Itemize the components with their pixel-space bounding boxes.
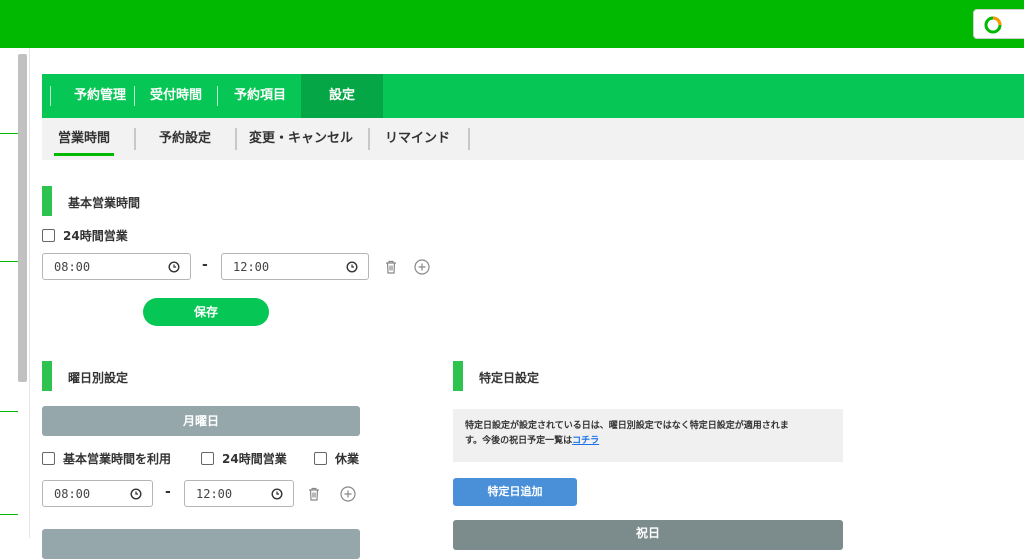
subtab-separator [468, 128, 470, 150]
checkbox-24h-basic[interactable] [42, 229, 55, 242]
notice-line-2-text: す。今後の祝日予定一覧は [465, 436, 573, 446]
subtab-change-cancel[interactable]: 変更・キャンセル [249, 118, 353, 160]
monday-start-time-value: 08:00 [54, 487, 91, 501]
basic-end-time-input[interactable]: 12:00 [221, 253, 369, 280]
checkbox-closed-monday[interactable] [314, 452, 327, 465]
time-range-dash: - [202, 257, 208, 273]
tab-separator [134, 86, 135, 106]
subtab-business-hours[interactable]: 営業時間 [53, 118, 115, 160]
tab-reservation-items[interactable]: 予約項目 [222, 74, 298, 118]
weekday-settings-title: 曜日別設定 [68, 371, 129, 385]
time-range-dash: - [165, 484, 171, 500]
tab-settings[interactable]: 設定 [301, 74, 383, 118]
holiday-list-link[interactable]: コチラ [572, 436, 599, 446]
section-accent-bar [42, 361, 52, 391]
holiday-header: 祝日 [453, 520, 843, 550]
subtab-separator [368, 128, 370, 150]
sidebar-divider [0, 133, 18, 134]
trash-icon[interactable] [382, 258, 400, 276]
subtab-separator [235, 128, 237, 150]
subtab-remind[interactable]: リマインド [385, 118, 450, 160]
basic-start-time-value: 08:00 [54, 260, 91, 274]
add-circle-icon[interactable] [413, 258, 431, 276]
main-tab-bar: 予約管理 受付時間 予約項目 設定 [42, 74, 1024, 118]
scrollbar-thumb[interactable] [18, 54, 27, 382]
special-day-notice: 特定日設定が設定されている日は、曜日別設定ではなく特定日設定が適用されま す。今… [453, 409, 843, 462]
tab-separator [50, 86, 51, 106]
basic-end-time-value: 12:00 [233, 260, 270, 274]
sidebar-divider [0, 514, 18, 515]
checkbox-use-basic-hours-label: 基本営業時間を利用 [63, 452, 172, 466]
checkbox-24h-basic-label: 24時間営業 [63, 229, 128, 243]
next-day-header [42, 529, 360, 559]
monday-start-time-input[interactable]: 08:00 [42, 480, 153, 507]
save-button[interactable]: 保存 [143, 298, 269, 326]
special-day-title: 特定日設定 [479, 371, 540, 385]
section-accent-bar [42, 186, 52, 216]
add-special-day-button[interactable]: 特定日追加 [453, 478, 577, 506]
checkbox-24h-monday-label: 24時間営業 [222, 452, 287, 466]
sidebar-divider [0, 411, 18, 412]
app-logo-icon [984, 16, 1002, 34]
monday-header: 月曜日 [42, 406, 360, 436]
section-accent-bar [453, 361, 463, 391]
clock-icon [346, 261, 358, 273]
trash-icon[interactable] [305, 485, 323, 503]
sub-tab-bar: 営業時間 予約設定 変更・キャンセル リマインド [42, 118, 1024, 160]
checkbox-24h-monday[interactable] [201, 452, 214, 465]
checkbox-use-basic-hours[interactable] [42, 452, 55, 465]
tab-reception-time[interactable]: 受付時間 [138, 74, 214, 118]
tab-reservation-management[interactable]: 予約管理 [58, 74, 142, 118]
notice-line-1: 特定日設定が設定されている日は、曜日別設定ではなく特定日設定が適用されま [465, 421, 789, 431]
subtab-reservation-settings[interactable]: 予約設定 [159, 118, 211, 160]
sidebar-divider [0, 261, 18, 262]
top-right-button[interactable] [973, 9, 1024, 39]
top-header-bar [0, 0, 1024, 48]
monday-end-time-input[interactable]: 12:00 [184, 480, 294, 507]
clock-icon [168, 261, 180, 273]
left-sidebar [0, 48, 30, 538]
monday-end-time-value: 12:00 [196, 487, 233, 501]
clock-icon [130, 488, 142, 500]
clock-icon [271, 488, 283, 500]
subtab-separator [134, 128, 136, 150]
basic-start-time-input[interactable]: 08:00 [42, 253, 191, 280]
add-circle-icon[interactable] [339, 485, 357, 503]
notice-line-2: す。今後の祝日予定一覧はコチラ [465, 434, 831, 449]
checkbox-closed-monday-label: 休業 [335, 452, 360, 466]
basic-hours-title: 基本営業時間 [68, 196, 141, 210]
tab-separator [217, 86, 218, 106]
